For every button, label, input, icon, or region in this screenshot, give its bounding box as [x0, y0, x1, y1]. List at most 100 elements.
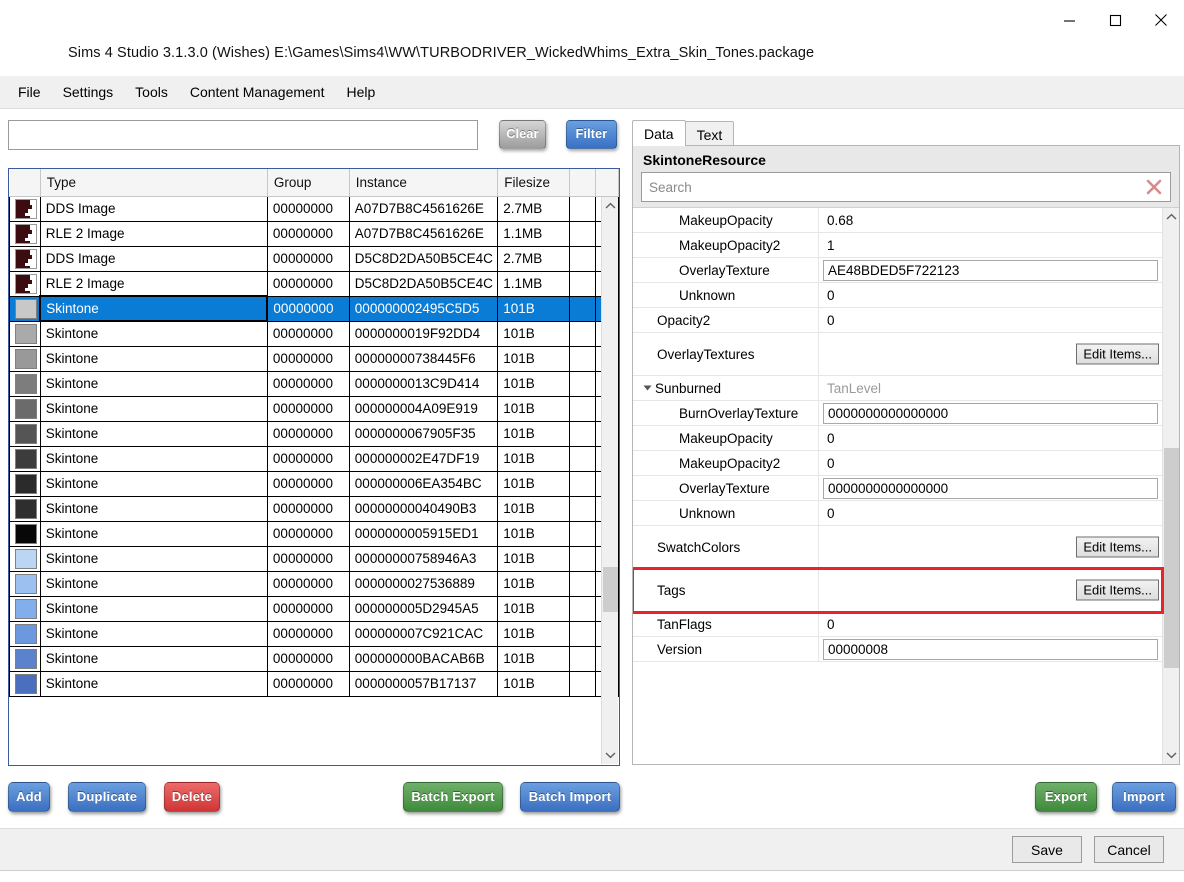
- cell-extra: [568, 620, 597, 647]
- cell-group: 00000000: [266, 320, 350, 347]
- column-header-blank-5[interactable]: [569, 169, 597, 197]
- column-header-instance[interactable]: Instance: [349, 169, 499, 197]
- property-row[interactable]: BurnOverlayTexture: [633, 401, 1162, 426]
- table-row[interactable]: DDS Image 00000000 A07D7B8C4561626E 2.7MB: [9, 195, 619, 222]
- property-value[interactable]: [819, 401, 1162, 425]
- maximize-icon[interactable]: [1092, 0, 1138, 40]
- property-value[interactable]: Edit Items...: [819, 333, 1162, 375]
- batch-import-button[interactable]: Batch Import: [520, 782, 620, 812]
- table-row[interactable]: Skintone 00000000 0000000013C9D414 101B: [9, 370, 619, 397]
- table-row[interactable]: RLE 2 Image 00000000 D5C8D2DA50B5CE4C 1.1MB: [9, 270, 619, 297]
- table-row[interactable]: Skintone 00000000 00000000040490B3 101B: [9, 495, 619, 522]
- table-row[interactable]: Skintone 00000000 00000000738445F6 101B: [9, 345, 619, 372]
- property-value-input[interactable]: [823, 402, 1158, 424]
- cell-group: 00000000: [266, 195, 350, 222]
- tab-data[interactable]: Data: [632, 120, 686, 146]
- table-row[interactable]: Skintone 00000000 000000007C921CAC 101B: [9, 620, 619, 647]
- close-icon[interactable]: [1138, 0, 1184, 40]
- duplicate-button[interactable]: Duplicate: [68, 782, 146, 812]
- table-row[interactable]: Skintone 00000000 000000006EA354BC 101B: [9, 470, 619, 497]
- table-row[interactable]: Skintone 00000000 0000000019F92DD4 101B: [9, 320, 619, 347]
- clear-button[interactable]: Clear: [499, 120, 546, 149]
- delete-button[interactable]: Delete: [164, 782, 220, 812]
- resource-scroll-thumb[interactable]: [603, 567, 618, 612]
- cell-extra: [568, 295, 597, 322]
- property-row[interactable]: Unknown 0: [633, 283, 1162, 308]
- skintone-swatch-icon: [9, 420, 41, 447]
- grid-scroll-thumb[interactable]: [1164, 448, 1179, 668]
- property-value[interactable]: [819, 476, 1162, 500]
- property-row[interactable]: OverlayTextures Edit Items...: [633, 333, 1162, 376]
- column-header-filesize[interactable]: Filesize: [497, 169, 570, 197]
- column-header-group[interactable]: Group: [267, 169, 350, 197]
- scroll-down-icon[interactable]: [602, 746, 619, 764]
- property-grid-scrollbar[interactable]: [1162, 208, 1179, 764]
- table-row[interactable]: Skintone 00000000 0000000027536889 101B: [9, 570, 619, 597]
- cell-type: Skintone: [39, 370, 268, 397]
- expander-triangle-icon[interactable]: [643, 385, 652, 391]
- property-row[interactable]: OverlayTexture: [633, 258, 1162, 283]
- table-row[interactable]: Skintone 00000000 000000005D2945A5 101B: [9, 595, 619, 622]
- property-value-input[interactable]: [823, 259, 1158, 281]
- table-row[interactable]: Skintone 00000000 0000000057B17137 101B: [9, 670, 619, 697]
- table-row[interactable]: Skintone 00000000 000000002E47DF19 101B: [9, 445, 619, 472]
- resource-table-scrollbar[interactable]: [601, 197, 618, 764]
- table-row[interactable]: Skintone 00000000 000000002495C5D5 101B: [9, 295, 619, 322]
- property-value[interactable]: [819, 637, 1162, 661]
- column-header-blank-0[interactable]: [9, 169, 41, 197]
- filter-input[interactable]: [8, 120, 478, 150]
- property-row[interactable]: MakeupOpacity2 1: [633, 233, 1162, 258]
- property-row[interactable]: Unknown 0: [633, 501, 1162, 526]
- table-row[interactable]: Skintone 00000000 00000000758946A3 101B: [9, 545, 619, 572]
- menu-item-settings[interactable]: Settings: [53, 79, 124, 105]
- tab-text[interactable]: Text: [684, 121, 735, 146]
- grid-scroll-down-icon[interactable]: [1163, 746, 1179, 764]
- thumbnail: [15, 248, 37, 269]
- batch-export-button[interactable]: Batch Export: [403, 782, 503, 812]
- property-value-input[interactable]: [823, 638, 1158, 660]
- menu-item-tools[interactable]: Tools: [125, 79, 178, 105]
- property-value-text: 1: [827, 237, 835, 253]
- cancel-button[interactable]: Cancel: [1094, 836, 1164, 863]
- property-row[interactable]: MakeupOpacity 0.68: [633, 208, 1162, 233]
- property-value[interactable]: Edit Items...: [819, 569, 1162, 611]
- menu-item-content-management[interactable]: Content Management: [180, 79, 335, 105]
- menu-item-help[interactable]: Help: [336, 79, 385, 105]
- search-input[interactable]: [641, 172, 1171, 202]
- clear-x-icon[interactable]: [1143, 176, 1165, 198]
- property-row[interactable]: Sunburned TanLevel: [633, 376, 1162, 401]
- filter-button[interactable]: Filter: [566, 120, 617, 149]
- scroll-up-icon[interactable]: [602, 197, 618, 215]
- table-row[interactable]: Skintone 00000000 0000000005915ED1 101B: [9, 520, 619, 547]
- property-row[interactable]: MakeupOpacity 0: [633, 426, 1162, 451]
- table-row[interactable]: Skintone 00000000 0000000067905F35 101B: [9, 420, 619, 447]
- edit-items-button[interactable]: Edit Items...: [1076, 579, 1159, 601]
- property-value-input[interactable]: [823, 477, 1158, 499]
- cell-instance: 00000000758946A3: [348, 545, 499, 572]
- column-header-blank-6[interactable]: [595, 169, 619, 197]
- edit-items-button[interactable]: Edit Items...: [1076, 536, 1159, 558]
- property-row[interactable]: Version: [633, 637, 1162, 662]
- property-row[interactable]: MakeupOpacity2 0: [633, 451, 1162, 476]
- grid-scroll-up-icon[interactable]: [1163, 208, 1179, 226]
- table-row[interactable]: Skintone 00000000 000000004A09E919 101B: [9, 395, 619, 422]
- table-row[interactable]: DDS Image 00000000 D5C8D2DA50B5CE4C 2.7MB: [9, 245, 619, 272]
- cell-type: Skintone: [39, 645, 268, 672]
- import-button[interactable]: Import: [1112, 782, 1176, 812]
- property-value[interactable]: [819, 258, 1162, 282]
- minimize-icon[interactable]: [1046, 0, 1092, 40]
- save-button[interactable]: Save: [1012, 836, 1082, 863]
- property-value[interactable]: Edit Items...: [819, 526, 1162, 568]
- table-row[interactable]: RLE 2 Image 00000000 A07D7B8C4561626E 1.1MB: [9, 220, 619, 247]
- property-row[interactable]: Opacity2 0: [633, 308, 1162, 333]
- property-row[interactable]: TanFlags 0: [633, 612, 1162, 637]
- add-button[interactable]: Add: [8, 782, 50, 812]
- column-header-type[interactable]: Type: [40, 169, 268, 197]
- property-row[interactable]: OverlayTexture: [633, 476, 1162, 501]
- property-row[interactable]: SwatchColors Edit Items...: [633, 526, 1162, 569]
- edit-items-button[interactable]: Edit Items...: [1076, 343, 1159, 365]
- property-row[interactable]: Tags Edit Items...: [633, 567, 1164, 614]
- export-button[interactable]: Export: [1035, 782, 1097, 812]
- table-row[interactable]: Skintone 00000000 000000000BACAB6B 101B: [9, 645, 619, 672]
- menu-item-file[interactable]: File: [8, 79, 51, 105]
